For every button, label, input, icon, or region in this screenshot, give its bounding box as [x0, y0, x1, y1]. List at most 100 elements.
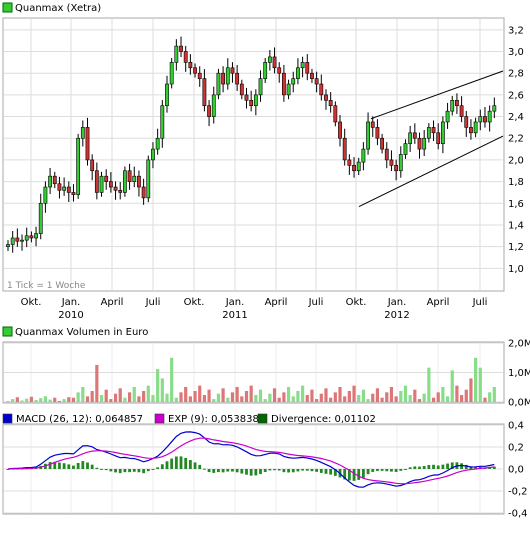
candle-body: [436, 132, 441, 144]
price-y-tick-label: 2,4: [508, 112, 524, 123]
candle-body: [328, 100, 333, 107]
macd-divergence-bar: [404, 469, 407, 470]
candle-body: [216, 72, 221, 96]
volume-bar: [160, 378, 164, 402]
macd-divergence-bar: [366, 469, 370, 475]
candle-body: [356, 161, 361, 172]
candle-body: [15, 237, 20, 242]
volume-bar: [48, 399, 52, 402]
macd-divergence-bar: [259, 469, 262, 475]
volume-bar: [455, 385, 459, 402]
candle-body: [281, 72, 286, 96]
volume-bar: [132, 386, 136, 402]
macd-y-tick-label: 0,4: [508, 421, 524, 432]
macd-divergence-bar: [273, 469, 276, 471]
volume-bar: [95, 364, 99, 402]
volume-bar: [15, 397, 19, 402]
candle-body: [492, 105, 497, 112]
candle-body: [66, 186, 71, 193]
candle-body: [160, 105, 165, 139]
candle-body: [80, 127, 85, 139]
macd-divergence-bar: [76, 462, 80, 469]
price-y-tick-label: 2,8: [508, 69, 524, 80]
candle-body: [169, 62, 174, 85]
candle-body: [235, 72, 240, 85]
macd-legend-swatch: [154, 413, 165, 424]
volume-bar: [221, 388, 225, 402]
macd-panel: MACD (26, 12): 0,064857 EXP (9): 0,053838…: [2, 413, 528, 520]
candle-body: [141, 186, 146, 199]
candle-body: [333, 105, 338, 123]
macd-divergence-bar: [249, 469, 253, 476]
candle-body: [361, 148, 366, 163]
volume-bar: [20, 400, 24, 402]
volume-y-tick-label: 1,0M: [508, 368, 530, 379]
macd-divergence-bar: [160, 464, 164, 469]
volume-bar: [99, 395, 104, 402]
candle-body: [398, 154, 403, 172]
volume-bar: [319, 393, 323, 402]
candle-body: [99, 175, 104, 193]
candle-body: [188, 62, 193, 69]
volume-bar: [179, 392, 183, 402]
macd-y-tick-label: 0,0: [508, 465, 524, 476]
volume-bar: [445, 396, 450, 402]
macd-divergence-bar: [413, 466, 417, 469]
volume-bar: [71, 397, 76, 402]
candle-body: [347, 159, 352, 166]
candle-body: [417, 137, 422, 150]
volume-bar: [431, 397, 436, 402]
candle-body: [440, 121, 445, 144]
macd-divergence-bar: [329, 469, 333, 475]
macd-divergence-bar: [58, 462, 61, 469]
volume-bar: [301, 385, 305, 402]
volume-bar: [478, 367, 482, 402]
candle-body: [408, 132, 413, 144]
volume-bar: [212, 399, 216, 402]
macd-divergence-bar: [226, 469, 230, 472]
candle-body: [113, 186, 118, 191]
candle-body: [370, 121, 375, 128]
candle-body: [380, 137, 384, 150]
macd-legend-swatch: [2, 413, 13, 424]
candle-body: [375, 127, 380, 139]
macd-divergence-bar: [151, 469, 155, 470]
volume-bar: [34, 400, 38, 402]
candle-body: [62, 186, 67, 191]
candle-body: [197, 72, 202, 79]
macd-divergence-bar: [156, 467, 160, 469]
macd-divergence-bar: [301, 469, 304, 471]
candle-body: [389, 159, 394, 166]
volume-bar: [394, 396, 398, 402]
volume-bar: [361, 389, 365, 402]
volume-bar: [104, 389, 108, 402]
macd-divergence-bar: [399, 469, 403, 471]
volume-bar: [310, 389, 314, 402]
macd-divergence-bar: [376, 469, 379, 471]
macd-divergence-bar: [95, 467, 99, 469]
volume-bar: [198, 385, 202, 402]
macd-divergence-bar: [174, 456, 178, 469]
candle-body: [305, 62, 310, 74]
macd-divergence-bar: [446, 463, 449, 469]
macd-divergence-bar: [81, 461, 85, 469]
macd-divergence-bar: [165, 461, 169, 469]
volume-y-ticks: 2,0M 1,0M 0,0M: [508, 339, 530, 409]
candle-body: [108, 181, 113, 188]
candle-body: [34, 233, 38, 239]
volume-bar: [408, 395, 412, 402]
price-y-tick-label: 1,4: [508, 220, 524, 231]
volume-bar: [352, 385, 356, 402]
price-panel: Quanmax (Xetra) 3,2 3,0 2,8 2,6 2,4 2,2 2,0 1,8…: [2, 2, 524, 321]
volume-bar: [25, 398, 29, 402]
macd-y-tick-label: 0,2: [508, 443, 524, 454]
macd-divergence-bar: [118, 469, 122, 474]
x-tick-label: Juli: [145, 297, 161, 308]
volume-bar: [57, 400, 62, 402]
candle-body: [253, 94, 258, 107]
volume-bar: [216, 393, 221, 402]
macd-divergence-bar: [361, 469, 365, 478]
macd-divergence-bar: [137, 469, 141, 473]
macd-divergence-bar: [221, 469, 225, 473]
macd-divergence-bar: [193, 462, 197, 469]
